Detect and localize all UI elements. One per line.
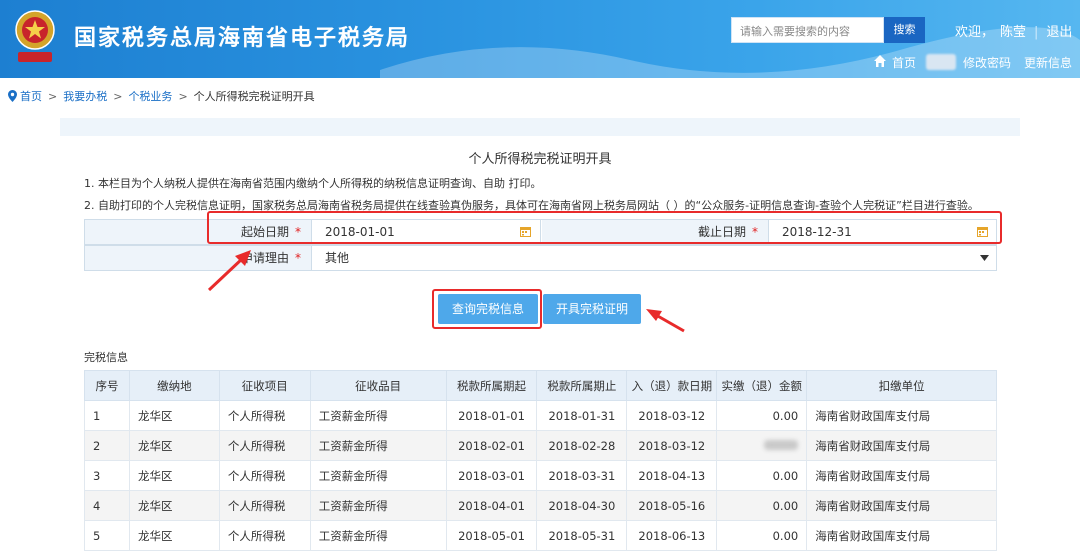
cell-item: 个人所得税 (218, 460, 311, 491)
breadcrumb-iit-business[interactable]: 个税业务 (128, 90, 172, 103)
breadcrumb: 首页 > 我要办税 > 个税业务 > 个人所得税完税证明开具 (8, 88, 315, 104)
cell-index: 5 (84, 520, 130, 551)
column-header: 扣缴单位 (806, 370, 997, 401)
issue-tax-certificate-button[interactable]: 开具完税证明 (543, 294, 641, 324)
table-row: 2 龙华区 个人所得税 工资薪金所得 2018-02-01 2018-02-28… (84, 430, 997, 461)
cell-period-end: 2018-05-31 (536, 520, 628, 551)
change-password-link[interactable]: 修改密码 (963, 54, 1011, 71)
site-header: 国家税务总局海南省电子税务局 请输入需要搜索的内容 搜索 欢迎， 陈莹 | 退出 首页… (0, 0, 1080, 78)
cell-category: 工资薪金所得 (309, 490, 447, 521)
search-input[interactable]: 请输入需要搜索的内容 (731, 17, 884, 43)
cell-withholder: 海南省财政国库支付局 (806, 460, 997, 491)
breadcrumb-home[interactable]: 首页 (20, 90, 42, 103)
red-arrow-icon (646, 309, 685, 333)
welcome-area: 欢迎， 陈莹 | 退出 (955, 25, 1073, 40)
column-header: 税款所属期止 (536, 370, 628, 401)
cell-withholder: 海南省财政国库支付局 (806, 430, 997, 461)
tax-emblem-icon (15, 10, 55, 62)
search-button[interactable]: 搜索 (884, 17, 925, 43)
cell-location: 龙华区 (128, 490, 220, 521)
note-1: 1. 本栏目为个人纳税人提供在海南省范围内缴纳个人所得税的纳税信息证明查询、自助… (84, 177, 542, 190)
tax-info-section-label: 完税信息 (84, 351, 128, 364)
home-icon[interactable] (873, 54, 887, 68)
cell-amount: 0.00 (716, 490, 808, 521)
cell-index: 3 (84, 460, 130, 491)
cell-payment-date: 2018-03-12 (626, 430, 718, 461)
breadcrumb-my-office[interactable]: 我要办税 (63, 90, 107, 103)
cell-index: 2 (84, 430, 130, 461)
blurred-amount (764, 439, 799, 450)
cell-item: 个人所得税 (218, 430, 311, 461)
logout-link[interactable]: 退出 (1046, 25, 1072, 40)
cell-category: 工资薪金所得 (309, 520, 447, 551)
table-row: 4 龙华区 个人所得税 工资薪金所得 2018-04-01 2018-04-30… (84, 490, 997, 521)
site-title: 国家税务总局海南省电子税务局 (74, 26, 411, 51)
table-row: 5 龙华区 个人所得税 工资薪金所得 2018-05-01 2018-05-31… (84, 520, 997, 551)
cell-location: 龙华区 (128, 520, 220, 551)
cell-period-start: 2018-03-01 (445, 460, 538, 491)
cell-period-end: 2018-02-28 (536, 430, 628, 461)
red-arrow-icon (207, 250, 251, 292)
page-title: 个人所得税完税证明开具 (468, 152, 612, 167)
cell-payment-date: 2018-05-16 (626, 490, 718, 521)
query-tax-info-button[interactable]: 查询完税信息 (438, 294, 538, 324)
table-header-row: 序号 缴纳地 征收项目 征收品目 税款所属期起 税款所属期止 入（退）款日期 实… (84, 370, 997, 401)
column-header: 税款所属期起 (445, 370, 538, 401)
breadcrumb-current: 个人所得税完税证明开具 (193, 90, 315, 103)
cell-amount: 0.00 (716, 460, 808, 491)
cell-category: 工资薪金所得 (309, 430, 447, 461)
welcome-text: 欢迎， (955, 25, 995, 40)
cell-payment-date: 2018-04-13 (626, 460, 718, 491)
cell-index: 1 (84, 400, 130, 431)
table-row: 1 龙华区 个人所得税 工资薪金所得 2018-01-01 2018-01-31… (84, 400, 997, 431)
reason-select[interactable]: 其他 (313, 246, 996, 270)
location-pin-icon (8, 90, 17, 102)
cell-location: 龙华区 (128, 460, 220, 491)
cell-category: 工资薪金所得 (309, 400, 447, 431)
cell-item: 个人所得税 (218, 490, 311, 521)
cell-withholder: 海南省财政国库支付局 (806, 490, 997, 521)
chevron-down-icon[interactable] (980, 255, 989, 261)
cell-period-end: 2018-03-31 (536, 460, 628, 491)
update-info-link[interactable]: 更新信息 (1024, 54, 1072, 71)
cell-payment-date: 2018-03-12 (626, 400, 718, 431)
home-link[interactable]: 首页 (892, 54, 916, 71)
cell-period-end: 2018-04-30 (536, 490, 628, 521)
cell-item: 个人所得税 (218, 400, 311, 431)
blurred-nav-item (926, 54, 956, 70)
tax-info-table: 序号 缴纳地 征收项目 征收品目 税款所属期起 税款所属期止 入（退）款日期 实… (84, 370, 997, 551)
column-header: 实缴（退）金额 (716, 370, 808, 401)
cell-category: 工资薪金所得 (309, 460, 447, 491)
cell-item: 个人所得税 (218, 520, 311, 551)
required-mark: * (295, 251, 301, 265)
reason-label: 申请理由 * (85, 246, 312, 270)
cell-period-start: 2018-05-01 (445, 520, 538, 551)
cell-payment-date: 2018-06-13 (626, 520, 718, 551)
cell-withholder: 海南省财政国库支付局 (806, 400, 997, 431)
panel-header-bar (60, 118, 1020, 136)
cell-amount: 0.00 (716, 520, 808, 551)
cell-period-start: 2018-02-01 (445, 430, 538, 461)
column-header: 序号 (84, 370, 130, 401)
column-header: 入（退）款日期 (626, 370, 718, 401)
cell-amount-blurred (716, 430, 808, 461)
table-row: 3 龙华区 个人所得税 工资薪金所得 2018-03-01 2018-03-31… (84, 460, 997, 491)
column-header: 征收品目 (309, 370, 447, 401)
highlight-date-range (207, 211, 1002, 244)
cell-period-end: 2018-01-31 (536, 400, 628, 431)
cell-index: 4 (84, 490, 130, 521)
user-name[interactable]: 陈莹 (1000, 25, 1026, 40)
cell-period-start: 2018-01-01 (445, 400, 538, 431)
column-header: 征收项目 (218, 370, 311, 401)
cell-location: 龙华区 (128, 430, 220, 461)
cell-location: 龙华区 (128, 400, 220, 431)
cell-withholder: 海南省财政国库支付局 (806, 520, 997, 551)
column-header: 缴纳地 (128, 370, 220, 401)
cell-amount: 0.00 (716, 400, 808, 431)
cell-period-start: 2018-04-01 (445, 490, 538, 521)
